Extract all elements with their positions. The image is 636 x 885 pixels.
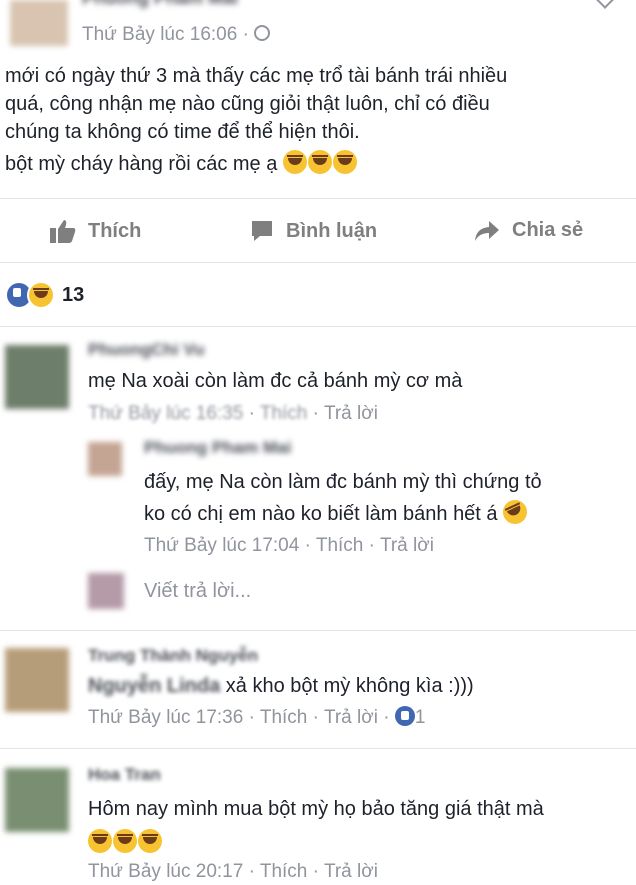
comment-meta: Thứ Bảy lúc 20:17 · Thích · Trả lời — [88, 861, 378, 882]
comment-meta: Thứ Bảy lúc 17:36 · Thích · Trả lời · 1 — [88, 706, 426, 728]
comment-text: mẹ Na xoài còn làm đc cả bánh mỳ cơ mà — [88, 370, 463, 392]
reply-avatar[interactable] — [88, 442, 122, 476]
reply-input[interactable]: Viết trả lời... — [144, 580, 251, 603]
post-text-line: mới có ngày thứ 3 mà thấy các mẹ trổ tài… — [5, 65, 508, 87]
comment-author-name[interactable]: Hoa Tran — [88, 765, 161, 785]
post-author-avatar[interactable] — [10, 0, 68, 46]
reply-text-line: đấy, mẹ Na còn làm đc bánh mỳ thì chứng … — [144, 471, 542, 493]
comment-mention-link[interactable]: Nguyễn Linda — [88, 675, 220, 697]
divider — [0, 262, 636, 263]
comment-avatar[interactable] — [5, 345, 69, 409]
reply-author-name[interactable]: Phuong Pham Mai — [144, 438, 291, 458]
laughing-emoji-icon — [282, 150, 307, 174]
comment-label: Bình luận — [286, 219, 378, 242]
laughing-emoji-icon — [113, 829, 137, 853]
divider — [0, 198, 636, 199]
divider — [0, 748, 636, 749]
globe-icon — [254, 25, 271, 41]
comment-reply-link[interactable]: Trả lời — [324, 403, 378, 424]
post-options-chevron-icon[interactable] — [595, 0, 615, 9]
haha-reaction-icon — [27, 281, 55, 309]
divider — [0, 630, 636, 631]
comment-reply-link[interactable]: Trả lời — [324, 707, 378, 728]
share-button[interactable]: Chia sẻ — [474, 219, 583, 242]
laughing-emoji-icon — [332, 150, 357, 174]
comment-reply-link[interactable]: Trả lời — [324, 861, 378, 882]
laughing-emoji-icon — [138, 829, 162, 853]
comment-text: Nguyễn Linda xả kho bột mỳ không kìa :))… — [88, 675, 474, 697]
reactions-summary[interactable]: 13 — [5, 281, 84, 309]
like-button[interactable]: Thích — [50, 219, 141, 243]
reply-like-link[interactable]: Thích — [316, 535, 364, 556]
comment-time[interactable]: Thứ Bảy lúc 16:35 — [88, 403, 243, 424]
comment-author-name[interactable]: PhuongChi Vu — [88, 340, 204, 360]
post-text-line: chúng ta không có time để thể hiện thôi. — [5, 121, 360, 143]
rofl-emoji-icon — [499, 496, 532, 528]
reply-reply-link[interactable]: Trả lời — [380, 535, 434, 556]
laughing-emoji-icon — [88, 829, 112, 853]
comment-time[interactable]: Thứ Bảy lúc 17:36 — [88, 707, 243, 728]
share-label: Chia sẻ — [512, 219, 584, 241]
comment-meta: Thứ Bảy lúc 16:35 · Thích · Trả lời — [88, 403, 378, 424]
comment-avatar[interactable] — [5, 768, 69, 832]
post-author-name[interactable]: Phuong Pham Mai — [82, 0, 238, 9]
comment-button[interactable]: Bình luận — [250, 219, 377, 243]
reply-time[interactable]: Thứ Bảy lúc 17:04 — [144, 535, 299, 556]
reply-text: đấy, mẹ Na còn làm đc bánh mỳ thì chứng … — [144, 466, 542, 530]
share-arrow-icon — [475, 220, 499, 241]
post-timestamp[interactable]: Thứ Bảy lúc 16:06 · — [82, 24, 271, 46]
like-count-badge-icon — [394, 706, 415, 726]
comment-bubble-icon — [252, 221, 272, 241]
comment-time[interactable]: Thứ Bảy lúc 20:17 — [88, 861, 243, 882]
thumbs-up-icon — [50, 220, 76, 243]
reply-meta: Thứ Bảy lúc 17:04 · Thích · Trả lời — [144, 535, 434, 556]
like-label: Thích — [88, 219, 142, 242]
divider — [0, 326, 636, 327]
comment-author-name[interactable]: Trung Thành Nguyễn — [88, 646, 258, 666]
comment-text-line: Hôm nay mình mua bột mỳ họ bảo tăng giá … — [88, 798, 544, 820]
comment-avatar[interactable] — [5, 648, 69, 712]
post-text: mới có ngày thứ 3 mà thấy các mẹ trổ tài… — [5, 62, 630, 178]
laughing-emoji-icon — [307, 150, 332, 174]
post-text-line: quá, công nhận mẹ nào cũng giỏi thật luô… — [5, 93, 490, 115]
current-user-avatar — [88, 573, 124, 609]
comment-like-link[interactable]: Thích — [260, 861, 308, 882]
comment-text: Hôm nay mình mua bột mỳ họ bảo tăng giá … — [88, 792, 544, 860]
comment-emoji-line — [88, 826, 544, 860]
comment-like-count[interactable]: 1 — [415, 707, 426, 728]
comment-like-link[interactable]: Thích — [260, 403, 308, 424]
reaction-count: 13 — [62, 283, 85, 306]
reply-text-line: ko có chị em nào ko biết làm bánh hết á — [144, 496, 542, 530]
comment-like-link[interactable]: Thích — [260, 707, 308, 728]
post-text-line: bột mỳ cháy hàng rồi các mẹ ạ — [5, 150, 630, 178]
